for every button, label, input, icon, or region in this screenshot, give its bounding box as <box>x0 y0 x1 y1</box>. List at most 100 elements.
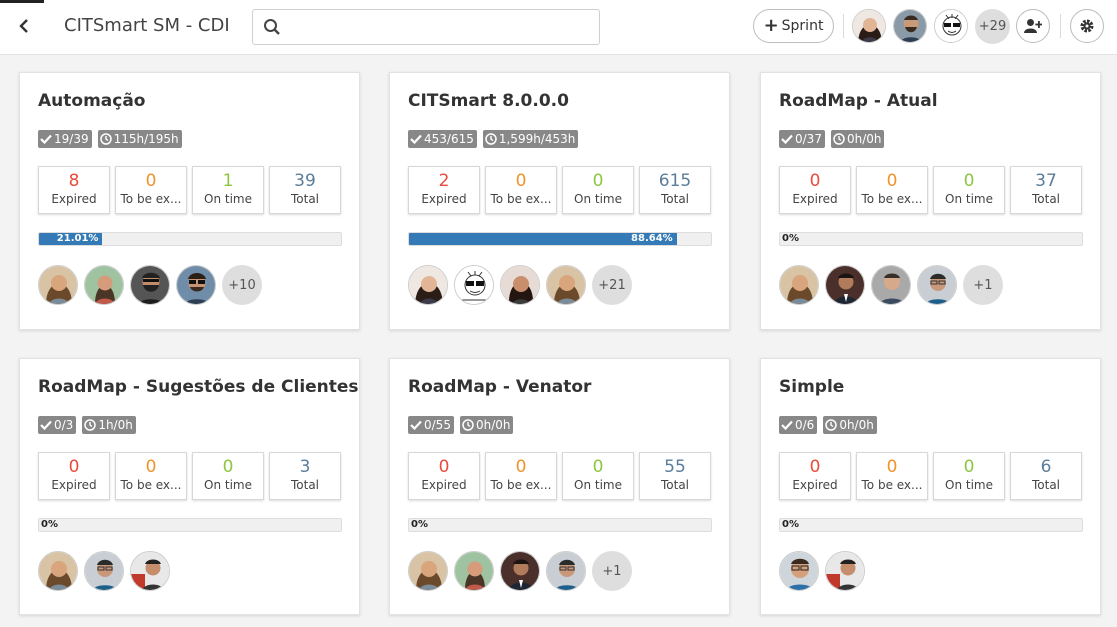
member-avatar[interactable] <box>825 265 865 305</box>
member-avatar[interactable] <box>176 265 216 305</box>
more-members-badge[interactable]: +1 <box>592 551 632 591</box>
member-avatar[interactable] <box>454 551 494 591</box>
page-title: CITSmart SM - CDI <box>64 15 230 36</box>
tasks-badge: 0/3 <box>38 416 77 434</box>
project-title[interactable]: RoadMap - Venator <box>408 377 591 397</box>
project-card[interactable]: CITSmart 8.0.0.0 453/615 1,599h/453h 2 Ex… <box>389 72 730 330</box>
stat-on-time[interactable]: 1 On time <box>192 166 264 214</box>
header-avatar-2[interactable] <box>893 9 927 43</box>
avatar-woman-1-icon <box>547 266 585 304</box>
more-members-badge[interactable]: +10 <box>222 265 262 305</box>
member-avatar[interactable] <box>84 265 124 305</box>
member-avatar[interactable] <box>408 551 448 591</box>
member-avatar[interactable] <box>408 265 448 305</box>
member-avatar[interactable] <box>454 265 494 305</box>
avatar-man-3-icon <box>547 552 585 590</box>
check-icon <box>781 420 793 430</box>
stat-on-time[interactable]: 0 On time <box>933 166 1005 214</box>
stat-to-be-expired[interactable]: 0 To be ex... <box>115 166 187 214</box>
stat-expired[interactable]: 0 Expired <box>779 166 851 214</box>
more-members-badge[interactable]: +21 <box>592 265 632 305</box>
stat-expired[interactable]: 2 Expired <box>408 166 480 214</box>
stat-total[interactable]: 615 Total <box>639 166 711 214</box>
avatar-man-beard-icon <box>131 266 169 304</box>
more-members-badge[interactable]: +1 <box>963 265 1003 305</box>
member-list: +1 <box>779 265 1003 305</box>
member-avatar[interactable] <box>825 551 865 591</box>
member-list: +21 <box>408 265 632 305</box>
stat-total[interactable]: 3 Total <box>269 452 341 500</box>
avatar-man-sunglasses-icon <box>177 266 215 304</box>
member-avatar[interactable] <box>500 265 540 305</box>
stat-to-be-expired[interactable]: 0 To be ex... <box>485 452 557 500</box>
avatar-man-suit-icon <box>826 266 864 304</box>
avatar-man-suit-icon <box>501 552 539 590</box>
stat-expired[interactable]: 0 Expired <box>38 452 110 500</box>
progress-label: 0% <box>41 519 58 530</box>
project-title[interactable]: CITSmart 8.0.0.0 <box>408 91 569 111</box>
tasks-badge: 19/39 <box>38 130 92 148</box>
stat-total[interactable]: 39 Total <box>269 166 341 214</box>
member-avatar[interactable] <box>130 551 170 591</box>
add-sprint-button[interactable]: + Sprint <box>753 9 834 43</box>
stat-on-time[interactable]: 0 On time <box>933 452 1005 500</box>
project-title[interactable]: RoadMap - Sugestões de Clientes <box>38 377 359 397</box>
header-avatar-1[interactable] <box>852 9 886 43</box>
add-sprint-label: Sprint <box>781 18 824 34</box>
stat-on-time[interactable]: 0 On time <box>562 452 634 500</box>
project-card[interactable]: RoadMap - Venator 0/55 0h/0h 0 Expired 0T… <box>389 358 730 615</box>
member-avatar[interactable] <box>38 551 78 591</box>
project-title[interactable]: Simple <box>779 377 844 397</box>
member-avatar[interactable] <box>546 551 586 591</box>
stat-on-time[interactable]: 0 On time <box>192 452 264 500</box>
tasks-badge: 0/55 <box>408 416 454 434</box>
member-avatar[interactable] <box>500 551 540 591</box>
header-more-members[interactable]: +29 <box>975 9 1010 44</box>
member-avatar[interactable] <box>546 265 586 305</box>
member-list <box>38 551 170 591</box>
member-avatar[interactable] <box>917 265 957 305</box>
member-avatar[interactable] <box>871 265 911 305</box>
project-card[interactable]: Automação 19/39 115h/195h 8 Expired 0 To b… <box>19 72 360 330</box>
avatar-man-3-icon <box>918 266 956 304</box>
header-avatar-3[interactable] <box>934 9 968 43</box>
clock-icon <box>833 133 845 145</box>
progress-label: 0% <box>782 233 799 244</box>
stat-to-be-expired[interactable]: 0 To be ex... <box>856 452 928 500</box>
stat-total[interactable]: 55 Total <box>639 452 711 500</box>
avatar-woman-dark-hair-icon <box>853 10 885 42</box>
stat-expired[interactable]: 0 Expired <box>408 452 480 500</box>
member-avatar[interactable] <box>779 551 819 591</box>
project-title[interactable]: Automação <box>38 91 145 111</box>
member-avatar[interactable] <box>84 551 124 591</box>
hours-badge: 0h/0h <box>823 416 877 434</box>
stat-expired[interactable]: 0 Expired <box>779 452 851 500</box>
stat-to-be-expired[interactable]: 0 To be ex... <box>115 452 187 500</box>
stat-total[interactable]: 37 Total <box>1010 166 1082 214</box>
stat-expired[interactable]: 8 Expired <box>38 166 110 214</box>
member-avatar[interactable] <box>779 265 819 305</box>
divider <box>1060 14 1061 38</box>
stat-to-be-expired[interactable]: 0 To be ex... <box>485 166 557 214</box>
stat-to-be-expired[interactable]: 0 To be ex... <box>856 166 928 214</box>
project-card[interactable]: RoadMap - Sugestões de Clientes 0/3 1h/0… <box>19 358 360 615</box>
project-title[interactable]: RoadMap - Atual <box>779 91 938 111</box>
progress-label: 88.64% <box>631 233 673 244</box>
avatar-man-4-icon <box>826 552 864 590</box>
search-box[interactable] <box>252 9 600 45</box>
settings-button[interactable] <box>1070 9 1104 43</box>
clock-icon <box>825 419 838 431</box>
avatar-man-beard-icon <box>894 10 926 42</box>
avatar-man-3-icon <box>85 552 123 590</box>
project-card[interactable]: RoadMap - Atual 0/37 0h/0h 0 Expired 0 To … <box>760 72 1101 330</box>
back-button[interactable] <box>10 12 38 40</box>
stat-on-time[interactable]: 0 On time <box>562 166 634 214</box>
add-member-button[interactable] <box>1016 9 1050 43</box>
stat-total[interactable]: 6 Total <box>1010 452 1082 500</box>
project-card[interactable]: Simple 0/6 0h/0h 0 Expired 0 To be ex... 0… <box>760 358 1101 615</box>
member-avatar[interactable] <box>130 265 170 305</box>
search-input[interactable] <box>289 16 589 38</box>
avatar-woman-1-icon <box>39 552 77 590</box>
member-avatar[interactable] <box>38 265 78 305</box>
member-list: +1 <box>408 551 632 591</box>
